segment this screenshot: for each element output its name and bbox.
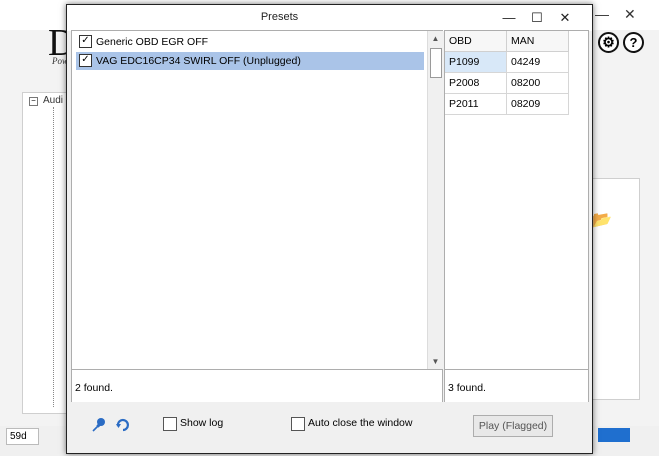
auto-close-label[interactable]: Auto close the window (308, 417, 412, 429)
table-row[interactable]: P1099 04249 (445, 51, 569, 73)
auto-close-checkbox[interactable] (291, 417, 305, 431)
codes-table-pane: OBD MAN P1099 04249 P2008 08200 P2011 08… (444, 30, 589, 402)
tree-node-label[interactable]: Audi (43, 95, 63, 106)
preset-label: VAG EDC16CP34 SWIRL OFF (Unplugged) (96, 55, 301, 68)
status-progress-bar (598, 428, 630, 442)
table-cell[interactable]: 08209 (506, 93, 569, 115)
table-header-row: OBD MAN (445, 31, 569, 52)
pin-icon[interactable] (91, 417, 107, 433)
presets-count: 2 found. (75, 382, 113, 394)
vehicle-tree[interactable]: − Audi (22, 92, 70, 414)
codes-table: OBD MAN P1099 04249 P2008 08200 P2011 08… (445, 31, 569, 115)
show-log-checkbox[interactable] (163, 417, 177, 431)
show-log-label[interactable]: Show log (180, 417, 223, 429)
table-row[interactable]: P2008 08200 (445, 72, 569, 94)
dialog-minimize-button[interactable]: — (499, 9, 519, 27)
dialog-title: Presets (260, 11, 299, 23)
scrollbar-thumb[interactable] (430, 48, 442, 78)
presets-dialog: Presets — ☐ ✕ ✓ Generic OBD EGR OFF ✓ VAG … (66, 4, 593, 454)
table-cell[interactable]: 04249 (506, 51, 569, 73)
list-item[interactable]: ✓ Generic OBD EGR OFF (76, 33, 424, 51)
dialog-titlebar[interactable]: Presets — ☐ ✕ (67, 5, 592, 31)
preset-checkbox[interactable]: ✓ (79, 34, 92, 48)
presets-list[interactable]: ✓ Generic OBD EGR OFF ✓ VAG EDC16CP34 SWIR… (71, 30, 443, 402)
preset-checkbox[interactable]: ✓ (79, 53, 92, 67)
table-row[interactable]: P2011 08209 (445, 93, 569, 115)
background-minimize-button[interactable]: — (595, 6, 609, 22)
refresh-icon[interactable] (115, 417, 131, 433)
folder-open-icon[interactable]: 📂 (592, 210, 612, 230)
table-cell[interactable]: P1099 (445, 51, 507, 73)
list-item-selected[interactable]: ✓ VAG EDC16CP34 SWIRL OFF (Unplugged) (76, 52, 424, 70)
codes-footer: 3 found. (445, 369, 588, 402)
dialog-bottom-bar: Show log Auto close the window Play (Fla… (67, 405, 592, 445)
tree-connector (53, 107, 55, 407)
dialog-close-button[interactable]: ✕ (555, 9, 575, 27)
dialog-maximize-button[interactable]: ☐ (527, 9, 547, 27)
help-icon[interactable]: ? (623, 32, 644, 53)
presets-scrollbar[interactable]: ▲ ▼ (427, 31, 443, 369)
status-value: 59d (6, 428, 39, 445)
codes-count: 3 found. (448, 382, 486, 394)
scroll-down-arrow-icon[interactable]: ▼ (428, 354, 443, 369)
scroll-up-arrow-icon[interactable]: ▲ (428, 31, 443, 46)
table-cell[interactable]: 08200 (506, 72, 569, 94)
table-cell[interactable]: P2011 (445, 93, 507, 115)
tree-collapse-icon[interactable]: − (29, 97, 38, 106)
table-cell[interactable]: P2008 (445, 72, 507, 94)
gear-icon[interactable]: ⚙ (598, 32, 619, 53)
preset-label: Generic OBD EGR OFF (96, 36, 209, 49)
background-close-button[interactable]: ✕ (624, 6, 636, 23)
presets-footer: 2 found. (72, 369, 442, 402)
column-header-man[interactable]: MAN (506, 31, 569, 52)
column-header-obd[interactable]: OBD (445, 31, 507, 52)
play-flagged-button[interactable]: Play (Flagged) (473, 415, 553, 437)
